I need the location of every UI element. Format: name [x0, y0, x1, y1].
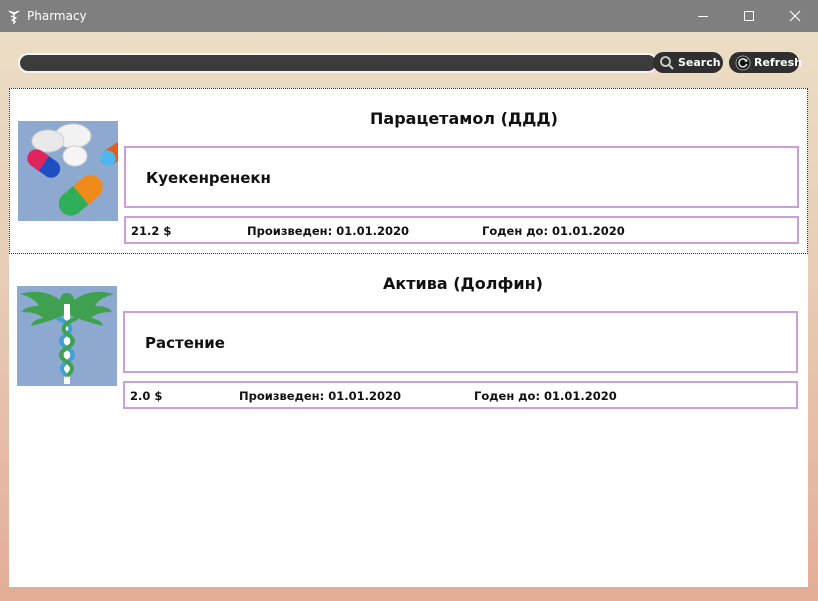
- product-price: 2.0 $: [130, 389, 163, 403]
- product-expiry-date: Годен до: 01.01.2020: [482, 224, 625, 238]
- pills-image: [18, 121, 118, 221]
- product-card[interactable]: Актива (Долфин) Растение 2.0 $ Произведе…: [9, 254, 808, 420]
- product-title: Парацетамол (ДДД): [370, 109, 558, 128]
- product-list: Парацетамол (ДДД) Куекенренекн 21.2 $ Пр…: [9, 88, 808, 587]
- refresh-button-label: Refresh: [754, 56, 802, 69]
- search-button[interactable]: Search: [653, 52, 723, 73]
- search-button-label: Search: [678, 56, 721, 69]
- product-produced-date: Произведен: 01.01.2020: [239, 389, 401, 403]
- product-description: Куекенренекн: [146, 169, 271, 187]
- window-title: Pharmacy: [27, 9, 87, 23]
- product-produced-date: Произведен: 01.01.2020: [247, 224, 409, 238]
- refresh-icon: [735, 55, 751, 70]
- description-box: Растение: [123, 311, 798, 373]
- magnifier-icon: [660, 55, 674, 70]
- close-icon: [789, 10, 801, 22]
- minimize-icon: [698, 16, 708, 17]
- caduceus-image: [17, 286, 117, 386]
- meta-box: 21.2 $ Произведен: 01.01.2020 Годен до: …: [124, 216, 799, 244]
- maximize-button[interactable]: [726, 0, 772, 32]
- product-price: 21.2 $: [131, 224, 172, 238]
- title-bar: Pharmacy: [0, 0, 818, 32]
- product-card[interactable]: Парацетамол (ДДД) Куекенренекн 21.2 $ Пр…: [9, 88, 808, 254]
- product-description: Растение: [145, 334, 225, 352]
- meta-box: 2.0 $ Произведен: 01.01.2020 Годен до: 0…: [123, 381, 798, 409]
- search-input[interactable]: [18, 53, 658, 73]
- description-box: Куекенренекн: [124, 146, 799, 208]
- caduceus-icon: [8, 10, 20, 24]
- minimize-button[interactable]: [680, 0, 726, 32]
- close-button[interactable]: [772, 0, 818, 32]
- product-title: Актива (Долфин): [383, 274, 543, 293]
- refresh-button[interactable]: Refresh: [729, 52, 802, 73]
- maximize-icon: [744, 11, 754, 21]
- product-expiry-date: Годен до: 01.01.2020: [474, 389, 617, 403]
